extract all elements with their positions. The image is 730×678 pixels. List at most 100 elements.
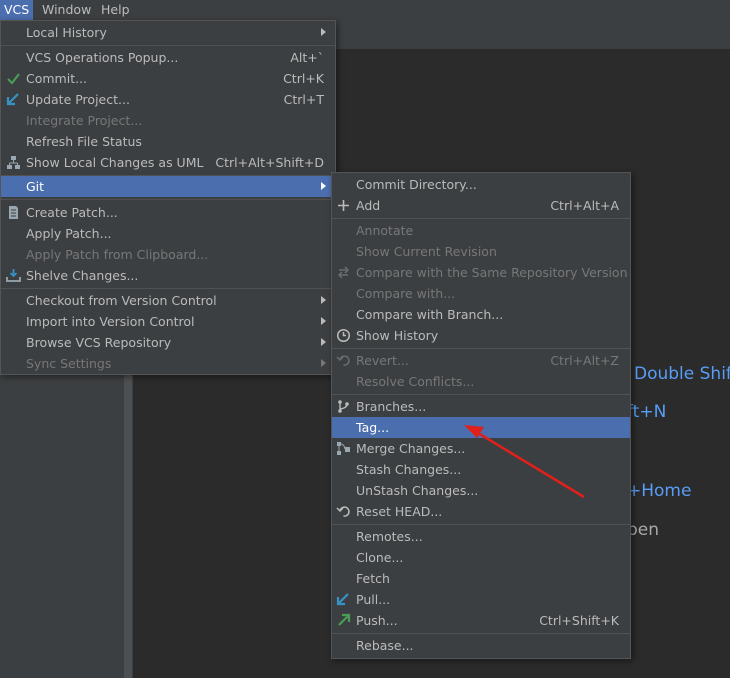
submenu-arrow-icon bbox=[321, 317, 326, 325]
menu-item-apply-patch-clipboard[interactable]: Apply Patch from Clipboard... bbox=[1, 244, 335, 265]
separator bbox=[1, 199, 335, 200]
update-arrow-icon bbox=[6, 93, 19, 106]
patch-file-icon bbox=[9, 206, 18, 219]
menu-item-fetch[interactable]: Fetch bbox=[332, 568, 630, 589]
menu-item-label: Compare with Branch... bbox=[356, 307, 504, 322]
revert-icon bbox=[336, 355, 350, 366]
menu-item-revert[interactable]: Revert... Ctrl+Alt+Z bbox=[332, 350, 630, 371]
menu-item-label: Tag... bbox=[356, 420, 390, 435]
menu-help[interactable]: Help bbox=[97, 0, 134, 20]
menu-item-branches[interactable]: Branches... bbox=[332, 396, 630, 417]
menu-item-label: Apply Patch... bbox=[26, 226, 112, 241]
submenu-arrow-icon bbox=[321, 28, 326, 36]
shortcut-label: Ctrl+Alt+Shift+D bbox=[215, 155, 324, 170]
clock-icon bbox=[336, 328, 351, 343]
menu-item-push[interactable]: Push... Ctrl+Shift+K bbox=[332, 610, 630, 631]
menu-item-shelve-changes[interactable]: Shelve Changes... bbox=[1, 265, 335, 286]
menu-item-label: Branches... bbox=[356, 399, 427, 414]
menu-item-compare-with[interactable]: Compare with... bbox=[332, 283, 630, 304]
shelve-icon bbox=[6, 269, 21, 282]
hint-navigation-bar: +Home bbox=[627, 481, 692, 501]
menu-item-resolve-conflicts[interactable]: Resolve Conflicts... bbox=[332, 371, 630, 392]
menu-item-label: Checkout from Version Control bbox=[26, 293, 217, 308]
menu-item-label: Browse VCS Repository bbox=[26, 335, 172, 350]
menu-item-label: Local History bbox=[26, 25, 107, 40]
menu-item-label: Apply Patch from Clipboard... bbox=[26, 247, 209, 262]
menu-item-checkout[interactable]: Checkout from Version Control bbox=[1, 290, 335, 311]
menu-item-label: Import into Version Control bbox=[26, 314, 195, 329]
menu-item-tag[interactable]: Tag... bbox=[332, 417, 630, 438]
menu-item-label: Compare with the Same Repository Version bbox=[356, 265, 628, 280]
menu-item-merge-changes[interactable]: Merge Changes... bbox=[332, 438, 630, 459]
menu-item-integrate-project[interactable]: Integrate Project... bbox=[1, 110, 335, 131]
editor-tab-strip bbox=[335, 21, 730, 50]
menu-item-label: Update Project... bbox=[26, 92, 130, 107]
hint-go-to-file: ft+N bbox=[627, 402, 667, 422]
menu-item-refresh-file-status[interactable]: Refresh File Status bbox=[1, 131, 335, 152]
menu-item-unstash-changes[interactable]: UnStash Changes... bbox=[332, 480, 630, 501]
uml-diagram-icon bbox=[7, 156, 20, 169]
separator bbox=[332, 524, 630, 525]
menu-item-local-history[interactable]: Local History bbox=[1, 22, 335, 43]
checkmark-icon bbox=[7, 73, 20, 85]
menu-vcs[interactable]: VCS bbox=[0, 0, 34, 20]
menu-item-label: Push... bbox=[356, 613, 398, 628]
menu-item-label: Add bbox=[356, 198, 381, 213]
menu-item-add[interactable]: Add Ctrl+Alt+A bbox=[332, 195, 630, 216]
menu-item-label: Shelve Changes... bbox=[26, 268, 139, 283]
merge-icon bbox=[337, 442, 350, 455]
menu-item-create-patch[interactable]: Create Patch... bbox=[1, 202, 335, 223]
menu-item-compare-same-repo[interactable]: Compare with the Same Repository Version bbox=[332, 262, 630, 283]
submenu-arrow-icon bbox=[321, 338, 326, 346]
menu-item-label: UnStash Changes... bbox=[356, 483, 479, 498]
menu-item-label: Fetch bbox=[356, 571, 390, 586]
menu-item-pull[interactable]: Pull... bbox=[332, 589, 630, 610]
menu-item-sync-settings[interactable]: Sync Settings bbox=[1, 353, 335, 374]
menu-item-show-history[interactable]: Show History bbox=[332, 325, 630, 346]
menu-item-show-local-changes-uml[interactable]: Show Local Changes as UML Ctrl+Alt+Shift… bbox=[1, 152, 335, 173]
menu-item-label: Refresh File Status bbox=[26, 134, 142, 149]
menu-item-label: Show History bbox=[356, 328, 439, 343]
menu-item-remotes[interactable]: Remotes... bbox=[332, 526, 630, 547]
menubar: VCS Window Help bbox=[0, 0, 730, 20]
vcs-menu: Local History VCS Operations Popup... Al… bbox=[0, 20, 336, 375]
pull-arrow-icon bbox=[336, 593, 349, 606]
shortcut-label: Alt+` bbox=[290, 50, 324, 65]
menu-item-import[interactable]: Import into Version Control bbox=[1, 311, 335, 332]
menu-window[interactable]: Window bbox=[38, 0, 95, 20]
menu-item-compare-with-branch[interactable]: Compare with Branch... bbox=[332, 304, 630, 325]
menu-item-git[interactable]: Git bbox=[1, 176, 335, 197]
menu-item-label: Show Local Changes as UML bbox=[26, 155, 204, 170]
menu-item-label: Compare with... bbox=[356, 286, 456, 301]
menu-item-label: Annotate bbox=[356, 223, 414, 238]
menu-item-clone[interactable]: Clone... bbox=[332, 547, 630, 568]
shortcut-label: Ctrl+Alt+A bbox=[550, 198, 619, 213]
menu-item-vcs-operations-popup[interactable]: VCS Operations Popup... Alt+` bbox=[1, 47, 335, 68]
submenu-arrow-icon bbox=[321, 359, 326, 367]
menu-item-label: Reset HEAD... bbox=[356, 504, 443, 519]
reset-icon bbox=[336, 506, 350, 517]
menu-item-label: Commit... bbox=[26, 71, 88, 86]
menu-item-annotate[interactable]: Annotate bbox=[332, 220, 630, 241]
menu-item-show-current-revision[interactable]: Show Current Revision bbox=[332, 241, 630, 262]
menu-item-label: Remotes... bbox=[356, 529, 423, 544]
menu-item-label: Integrate Project... bbox=[26, 113, 143, 128]
menu-item-label: Merge Changes... bbox=[356, 441, 466, 456]
menu-item-label: Stash Changes... bbox=[356, 462, 462, 477]
menu-item-stash-changes[interactable]: Stash Changes... bbox=[332, 459, 630, 480]
menu-item-apply-patch[interactable]: Apply Patch... bbox=[1, 223, 335, 244]
menu-item-browse-repository[interactable]: Browse VCS Repository bbox=[1, 332, 335, 353]
hint-drop-files: pen bbox=[627, 520, 660, 540]
menu-item-rebase[interactable]: Rebase... bbox=[332, 635, 630, 656]
menu-item-update-project[interactable]: Update Project... Ctrl+T bbox=[1, 89, 335, 110]
menu-item-label: Create Patch... bbox=[26, 205, 118, 220]
menu-item-commit-directory[interactable]: Commit Directory... bbox=[332, 174, 630, 195]
menu-item-label: Pull... bbox=[356, 592, 391, 607]
menu-item-reset-head[interactable]: Reset HEAD... bbox=[332, 501, 630, 522]
submenu-arrow-icon bbox=[321, 182, 326, 190]
separator bbox=[332, 633, 630, 634]
menu-item-commit[interactable]: Commit... Ctrl+K bbox=[1, 68, 335, 89]
git-submenu: Commit Directory... Add Ctrl+Alt+A Annot… bbox=[331, 172, 631, 659]
shortcut-label: Ctrl+Alt+Z bbox=[550, 353, 619, 368]
menu-item-label: Commit Directory... bbox=[356, 177, 477, 192]
